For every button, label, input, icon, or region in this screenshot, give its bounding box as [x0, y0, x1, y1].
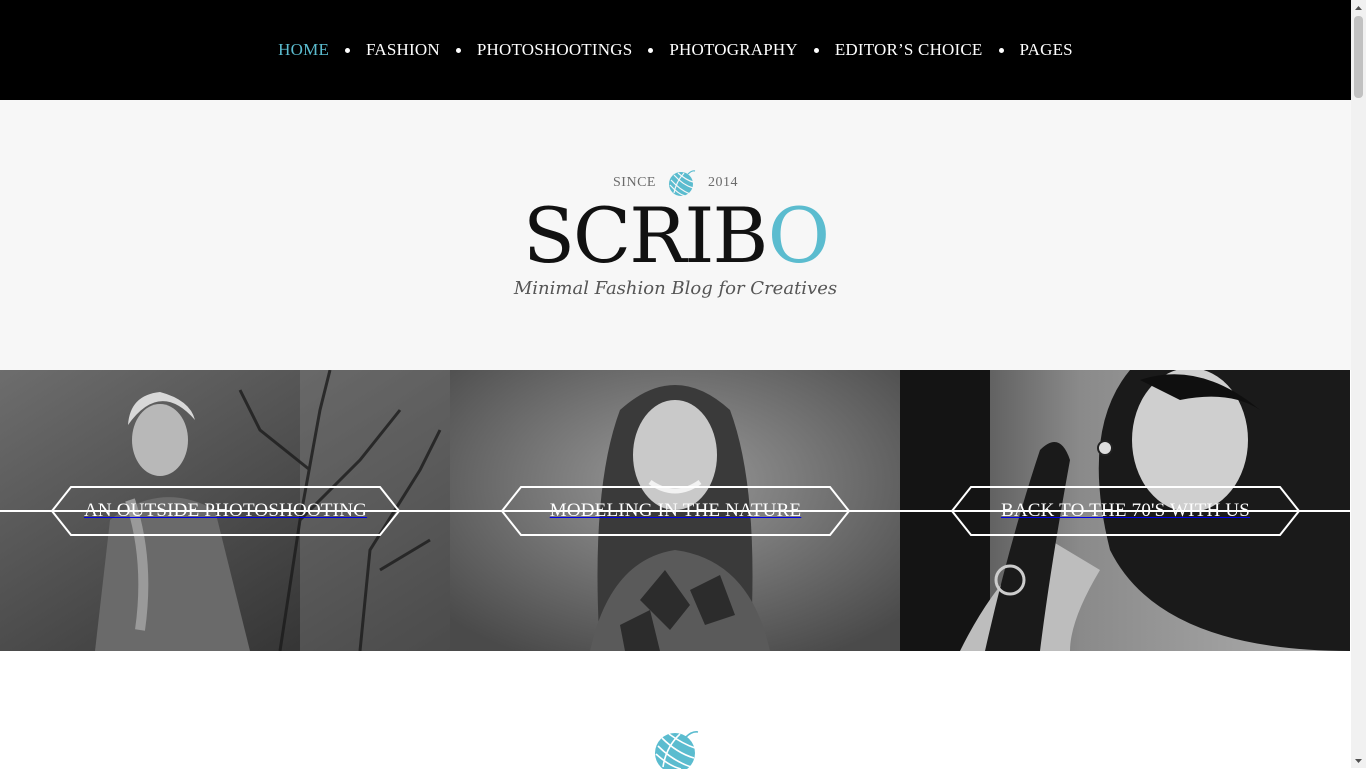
- nav-item-photography[interactable]: PHOTOGRAPHY: [669, 40, 797, 60]
- site-header: SINCE 2014 SCRIBO Minimal Fashion Blog f…: [0, 100, 1351, 370]
- since-label: SINCE: [613, 175, 656, 190]
- slide-title-badge[interactable]: AN OUTSIDE PHOTOSHOOTING: [51, 486, 400, 536]
- main-navigation: HOME FASHION PHOTOSHOOTINGS PHOTOGRAPHY …: [0, 0, 1351, 100]
- nav-separator-dot: [455, 47, 461, 53]
- nav-item-editors-choice[interactable]: EDITOR’S CHOICE: [835, 40, 983, 60]
- yarn-ball-icon: [655, 731, 699, 769]
- scrollbar-thumb[interactable]: [1354, 16, 1363, 98]
- content-section: [0, 651, 1351, 769]
- slide-title: AN OUTSIDE PHOTOSHOOTING: [83, 500, 368, 521]
- since-year: 2014: [707, 175, 738, 190]
- slide-title: MODELING IN THE NATURE: [549, 500, 802, 521]
- site-logo[interactable]: SCRIBO: [0, 198, 1351, 274]
- nav-separator-dot: [345, 47, 351, 53]
- nav-item-photoshootings[interactable]: PHOTOSHOOTINGS: [477, 40, 633, 60]
- scroll-down-arrow-icon[interactable]: [1351, 753, 1366, 768]
- nav-separator-dot: [998, 47, 1004, 53]
- logo-text-accent: O: [767, 191, 830, 280]
- scroll-up-arrow-icon[interactable]: [1351, 0, 1366, 15]
- slide-title: BACK TO THE 70'S WITH US: [1000, 500, 1251, 521]
- nav-item-home[interactable]: HOME: [278, 40, 329, 60]
- slide-title-badge[interactable]: BACK TO THE 70'S WITH US: [951, 486, 1300, 536]
- nav-separator-dot: [648, 47, 654, 53]
- logo-text-dark: SCRIB: [522, 191, 770, 280]
- site-tagline: Minimal Fashion Blog for Creatives: [513, 278, 838, 299]
- page-scrollbar[interactable]: [1351, 0, 1366, 768]
- nav-separator-dot: [813, 47, 819, 53]
- nav-menu: HOME FASHION PHOTOSHOOTINGS PHOTOGRAPHY …: [278, 40, 1073, 60]
- slide-title-badge[interactable]: MODELING IN THE NATURE: [501, 486, 850, 536]
- nav-item-pages[interactable]: PAGES: [1020, 40, 1073, 60]
- nav-item-fashion[interactable]: FASHION: [366, 40, 440, 60]
